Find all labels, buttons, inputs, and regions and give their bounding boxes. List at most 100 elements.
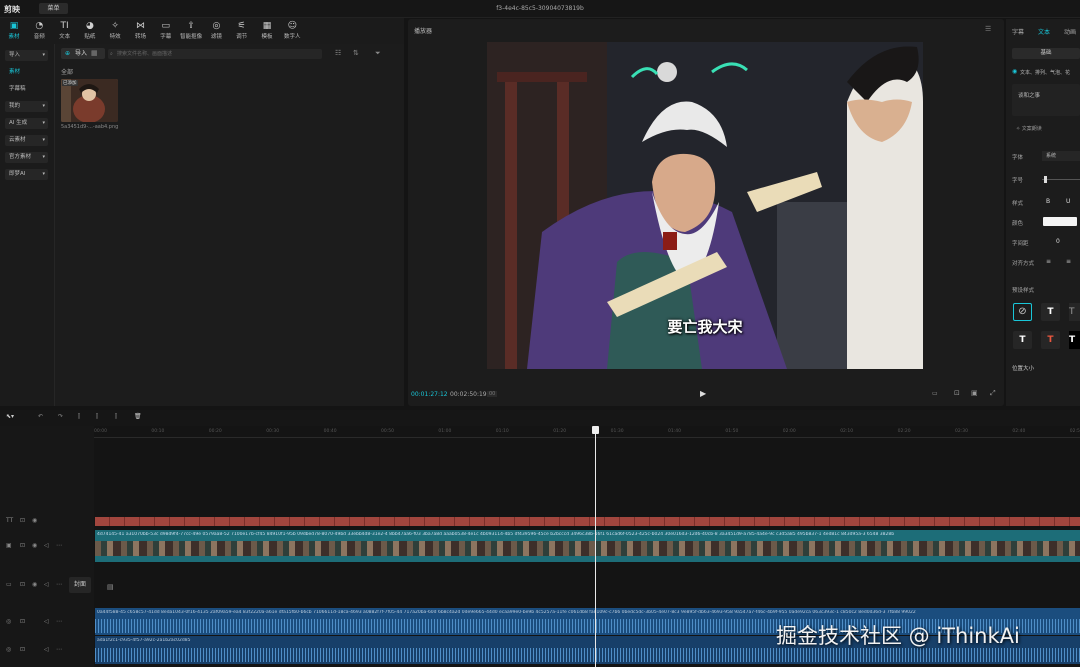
- video-track[interactable]: 4d74145-41 a31070bb-53c d98d9f4-77cc-49e…: [95, 530, 1080, 562]
- underline-icon[interactable]: U: [1066, 198, 1070, 205]
- bold-icon[interactable]: B: [1046, 198, 1050, 205]
- preset-none[interactable]: ⊘: [1013, 303, 1032, 321]
- preset-label: 预设样式: [1012, 288, 1035, 294]
- color-swatch[interactable]: [1043, 217, 1077, 226]
- toolbar-adjust-button[interactable]: ◎ 滤镜: [204, 20, 228, 42]
- list-view-icon[interactable]: ☷: [335, 49, 341, 57]
- split-left-icon[interactable]: ⫿: [96, 413, 98, 421]
- filter-icon[interactable]: ⏷: [375, 49, 381, 58]
- category-item[interactable]: 云素材 ▾: [5, 135, 48, 146]
- media-icon: ▣: [9, 21, 19, 31]
- template-icon: ▦: [262, 21, 272, 31]
- category-item[interactable]: 素材: [5, 67, 48, 78]
- preset-outline[interactable]: T: [1069, 303, 1080, 321]
- lock-icon[interactable]: ⊡: [20, 542, 25, 549]
- time-ruler[interactable]: 00:00 00:10 00:20 00:30 00:40 00:50 01:00 01:10…: [94, 426, 1080, 438]
- category-item[interactable]: 我的 ▾: [5, 101, 48, 112]
- cover-button[interactable]: 封面: [69, 577, 91, 593]
- main-track-film-icon: ▤: [107, 583, 114, 591]
- eye-icon[interactable]: ◉: [32, 517, 37, 524]
- timecode-format-toggle[interactable]: 00: [487, 391, 498, 397]
- ruler-tick-label: 00:20: [208, 429, 222, 434]
- mute-icon[interactable]: ◁: [44, 542, 49, 549]
- spacing-value[interactable]: 0: [1056, 238, 1060, 245]
- basic-tab[interactable]: 基础: [1012, 48, 1080, 59]
- category-item[interactable]: 即梦AI ▾: [5, 169, 48, 180]
- size-slider[interactable]: [1042, 179, 1080, 180]
- category-sidebar: 导入 ▾ 素材 字幕稿 我的 ▾ AI 生成 ▾ 云素材 ▾ 官方素材 ▾ 即梦AI ▾: [0, 44, 55, 406]
- split-icon[interactable]: ⫿: [78, 413, 80, 421]
- mute-icon[interactable]: ◁: [44, 646, 49, 653]
- toolbar-label: 调节: [236, 34, 248, 40]
- size-slider-handle[interactable]: [1044, 176, 1047, 183]
- position-size-label[interactable]: 位置大小: [1012, 364, 1034, 372]
- playhead-handle[interactable]: [592, 426, 599, 434]
- toolbar-tune-button[interactable]: ⚟ 调节: [230, 20, 254, 42]
- redo-icon[interactable]: ↷: [58, 413, 63, 420]
- toolbar-effects-button[interactable]: ✧ 特效: [103, 20, 127, 42]
- text-reading-icon[interactable]: ✧ 文案朗读: [1016, 125, 1042, 132]
- more-icon[interactable]: ⋯: [56, 542, 62, 549]
- playhead[interactable]: [595, 426, 596, 667]
- grid-view-icon[interactable]: ▦: [91, 49, 98, 57]
- media-thumbnail[interactable]: 已添加: [61, 79, 118, 122]
- play-button[interactable]: ▶: [700, 389, 706, 398]
- eye-icon[interactable]: ◉: [32, 542, 37, 549]
- preset-shadow[interactable]: T: [1013, 331, 1032, 349]
- select-tool-icon[interactable]: ⬉▾: [6, 413, 14, 420]
- tab-caption[interactable]: 字幕: [1012, 27, 1024, 36]
- align-left-icon[interactable]: ≡: [1046, 258, 1051, 265]
- checkbox-icon[interactable]: ◉: [1012, 68, 1017, 75]
- toolbar-media-button[interactable]: ▣ 素材: [2, 20, 26, 42]
- undo-icon[interactable]: ↶: [38, 413, 43, 420]
- tab-text[interactable]: 文本: [1038, 27, 1050, 36]
- category-item[interactable]: AI 生成 ▾: [5, 118, 48, 129]
- toolbar-transition-button[interactable]: ⋈ 转场: [129, 20, 153, 42]
- quality-icon[interactable]: ▭: [932, 390, 938, 397]
- text-content-input[interactable]: 谈和之事: [1012, 84, 1080, 116]
- crop-icon[interactable]: ⊡: [954, 389, 960, 397]
- toolbar-avatar-button[interactable]: ☺ 数字人: [280, 20, 304, 42]
- category-item[interactable]: 导入 ▾: [5, 50, 48, 61]
- import-button[interactable]: ⊕ 导入: [61, 48, 105, 59]
- toolbar-sticker-button[interactable]: ◕ 贴纸: [78, 20, 102, 42]
- sort-icon[interactable]: ⇅: [353, 49, 359, 57]
- fullscreen-icon[interactable]: ⤢: [990, 389, 996, 398]
- split-right-icon[interactable]: ⫿: [115, 413, 117, 421]
- more-icon[interactable]: ⋯: [56, 646, 62, 653]
- ruler-tick-label: 02:40: [1012, 429, 1026, 434]
- tab-animation[interactable]: 动画: [1064, 27, 1076, 36]
- lock-icon[interactable]: ⊡: [20, 618, 25, 625]
- toolbar-caption-button[interactable]: ▭ 字幕: [154, 20, 178, 42]
- eye-icon[interactable]: ◉: [32, 581, 37, 588]
- ratio-icon[interactable]: ▣: [971, 389, 978, 397]
- toolbar-template-button[interactable]: ▦ 模板: [255, 20, 279, 42]
- category-label: 导入: [9, 52, 21, 58]
- preset-red[interactable]: T: [1041, 331, 1060, 349]
- toolbar-text-button[interactable]: TI 文本: [53, 20, 77, 42]
- chevron-down-icon: ▾: [42, 154, 45, 160]
- search-input[interactable]: ⌕ 搜索文件名称、画面描述: [108, 49, 322, 59]
- lock-icon[interactable]: ⊡: [20, 646, 25, 653]
- more-icon[interactable]: ⋯: [56, 581, 62, 588]
- delete-icon[interactable]: 🗑: [134, 413, 142, 420]
- mute-icon[interactable]: ◁: [44, 581, 49, 588]
- more-icon[interactable]: ⋯: [56, 618, 62, 625]
- mute-icon[interactable]: ◁: [44, 618, 49, 625]
- lock-icon[interactable]: ⊡: [20, 581, 25, 588]
- toolbar-filter-button[interactable]: ⇪ 智能抠像: [179, 20, 203, 42]
- current-timecode: 00:01:27:12: [411, 391, 448, 398]
- category-label: AI 生成: [9, 120, 28, 126]
- preset-black[interactable]: T: [1069, 331, 1080, 349]
- lock-icon[interactable]: ⊡: [20, 517, 25, 524]
- video-preview[interactable]: 要亡我大宋: [487, 42, 923, 369]
- align-center-icon[interactable]: ≡: [1066, 258, 1071, 265]
- category-item[interactable]: 字幕稿: [5, 84, 48, 95]
- text-track[interactable]: [95, 517, 1080, 526]
- preset-white[interactable]: T: [1041, 303, 1060, 321]
- toolbar-audio-button[interactable]: ◔ 音频: [27, 20, 51, 42]
- player-menu-icon[interactable]: ☰: [985, 25, 991, 33]
- category-item[interactable]: 官方素材 ▾: [5, 152, 48, 163]
- video-subtitle[interactable]: 要亡我大宋: [487, 316, 923, 337]
- font-select[interactable]: 系统: [1042, 151, 1080, 161]
